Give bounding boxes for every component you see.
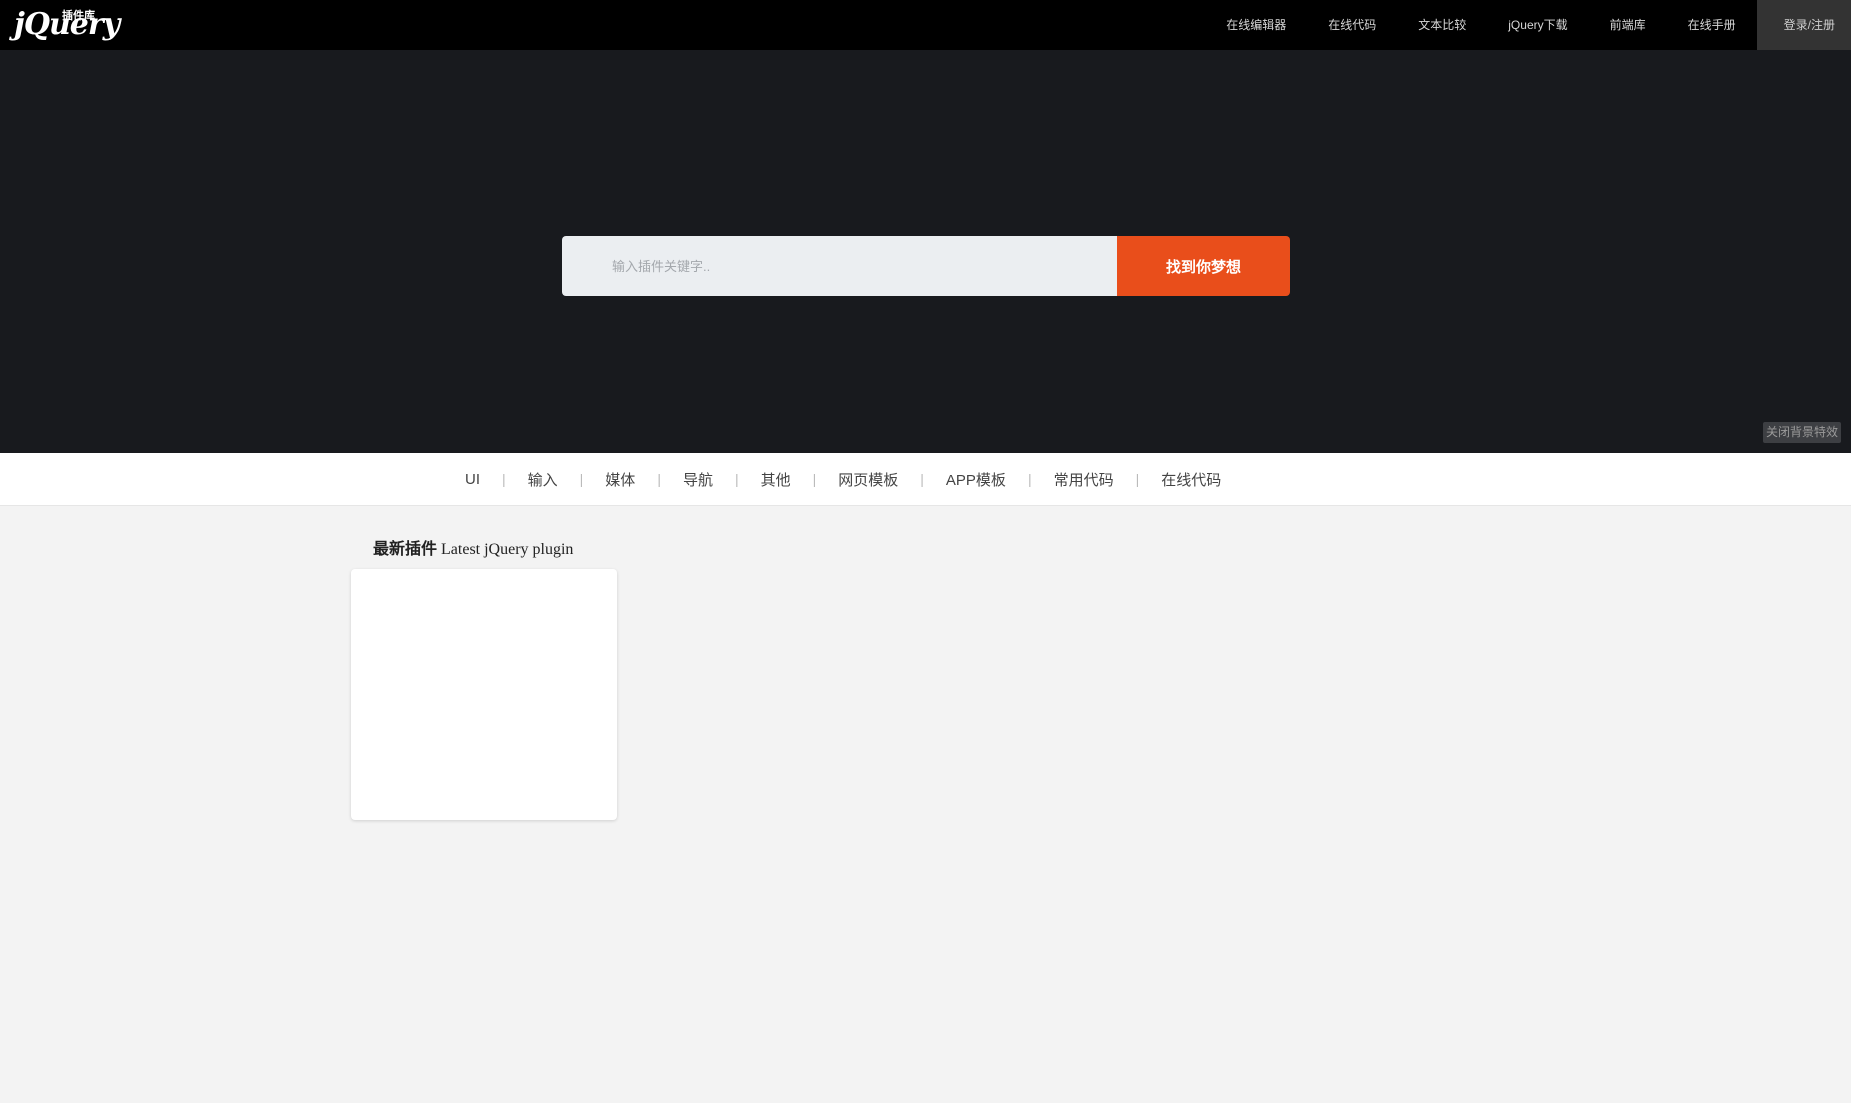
nav-login-register[interactable]: 登录/注册 <box>1756 0 1851 50</box>
category-app-templates[interactable]: APP模板 <box>924 469 1028 490</box>
top-navbar: jQuery 插件库 在线编辑器 在线代码 文本比较 jQuery下载 前端库 … <box>0 0 1851 50</box>
category-online-code[interactable]: 在线代码 <box>1139 469 1243 490</box>
site-logo[interactable]: jQuery 插件库 <box>14 8 120 42</box>
search-input[interactable] <box>562 236 1117 296</box>
nav-frontend-library[interactable]: 前端库 <box>1589 0 1667 50</box>
nav-text-compare[interactable]: 文本比较 <box>1397 0 1487 50</box>
category-input[interactable]: 输入 <box>506 469 580 490</box>
search-button[interactable]: 找到你梦想 <box>1117 236 1290 296</box>
top-nav-menu: 在线编辑器 在线代码 文本比较 jQuery下载 前端库 在线手册 登录/注册 <box>1205 0 1851 50</box>
nav-jquery-download[interactable]: jQuery下载 <box>1487 0 1588 50</box>
search-box: 找到你梦想 <box>562 236 1290 296</box>
logo-subtext: 插件库 <box>62 9 95 22</box>
category-other[interactable]: 其他 <box>739 469 813 490</box>
hero-banner: 找到你梦想 关闭背景特效 <box>0 50 1851 453</box>
category-web-templates[interactable]: 网页模板 <box>816 469 920 490</box>
category-media[interactable]: 媒体 <box>583 469 657 490</box>
nav-online-editor[interactable]: 在线编辑器 <box>1205 0 1307 50</box>
section-title-en: Latest jQuery plugin <box>441 541 574 558</box>
category-common-code[interactable]: 常用代码 <box>1032 469 1136 490</box>
section-title: 最新插件 Latest jQuery plugin <box>373 535 573 559</box>
nav-online-manual[interactable]: 在线手册 <box>1667 0 1757 50</box>
plugin-card[interactable] <box>351 569 617 820</box>
nav-online-code[interactable]: 在线代码 <box>1307 0 1397 50</box>
category-bar: UI | 输入 | 媒体 | 导航 | 其他 | 网页模板 | APP模板 | … <box>0 453 1851 506</box>
category-ui[interactable]: UI <box>443 471 502 488</box>
category-navigation[interactable]: 导航 <box>661 469 735 490</box>
close-background-effect-button[interactable]: 关闭背景特效 <box>1763 422 1842 443</box>
category-list: UI | 输入 | 媒体 | 导航 | 其他 | 网页模板 | APP模板 | … <box>443 453 1243 505</box>
section-title-zh: 最新插件 <box>373 541 438 558</box>
